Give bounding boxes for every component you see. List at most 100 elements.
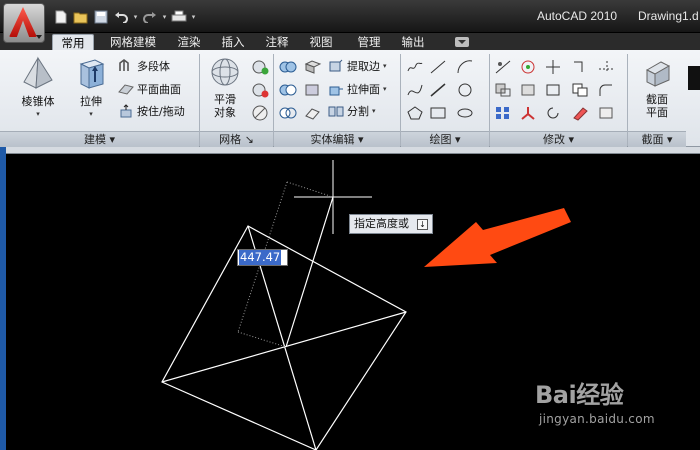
panel-title-modeling[interactable]: 建模 ▾ — [0, 131, 199, 147]
tab-insert[interactable]: 插入 — [215, 34, 251, 50]
application-menu-button[interactable] — [3, 3, 45, 43]
smooth-label-line2: 对象 — [214, 106, 236, 119]
undo-icon[interactable] — [112, 9, 130, 25]
copy-icon[interactable] — [570, 80, 590, 100]
eraser-icon[interactable] — [303, 103, 323, 123]
erase-icon[interactable] — [570, 103, 590, 123]
autocad-logo-icon — [9, 7, 37, 37]
open-icon[interactable] — [72, 9, 90, 25]
sphere-mesh-icon — [211, 58, 239, 86]
mesh-refine-icon[interactable] — [250, 103, 270, 123]
tab-view[interactable]: 视图 — [303, 34, 339, 50]
tab-render[interactable]: 渲染 — [171, 34, 207, 50]
polysolid-icon — [119, 59, 129, 71]
panel-title-section[interactable]: 截面 ▾ — [628, 131, 686, 147]
tab-output[interactable]: 输出 — [395, 34, 431, 50]
3d-rotate-icon[interactable] — [518, 57, 538, 77]
watermark: Bai经验 jingyan.baidu.com — [535, 375, 655, 426]
polysolid-button[interactable]: 多段体 — [118, 56, 170, 76]
intersect-icon[interactable] — [278, 103, 298, 123]
panel-title-solid-editing[interactable]: 实体编辑 ▾ — [274, 131, 400, 147]
annotation-arrow-icon — [424, 208, 571, 267]
3d-align-icon[interactable] — [518, 103, 538, 123]
circle-icon[interactable] — [455, 80, 475, 100]
down-arrow-key-icon[interactable]: ↓ — [417, 218, 428, 230]
extrude-button[interactable]: 拉伸 ▾ — [70, 56, 112, 121]
presspull-icon — [120, 104, 132, 118]
command-prompt-tooltip: 指定高度或 ↓ — [349, 214, 433, 234]
mesh-smooth-less-icon[interactable] — [250, 80, 270, 100]
planesurf-button[interactable]: 平面曲面 — [118, 79, 181, 99]
array-icon[interactable] — [493, 103, 513, 123]
print-icon[interactable] — [170, 9, 188, 25]
section-plane-button[interactable]: 截面 平面 — [637, 56, 677, 119]
redo-icon[interactable] — [141, 9, 159, 25]
viewport-preview — [688, 66, 700, 90]
new-icon[interactable] — [52, 9, 70, 25]
smooth-object-button[interactable]: 平滑 对象 — [205, 56, 245, 119]
rotate-icon[interactable] — [543, 103, 563, 123]
presspull-button[interactable]: 按住/拖动 — [118, 101, 185, 121]
undo-dropdown-icon[interactable]: ▾ — [132, 9, 139, 25]
polysolid-label: 多段体 — [137, 60, 170, 73]
base-diagonal — [161, 311, 407, 383]
ellipse-icon[interactable] — [455, 103, 475, 123]
planesurf-icon — [118, 84, 134, 95]
cone-button[interactable]: 棱锥体 ▾ — [12, 56, 64, 121]
app-title: AutoCAD 2010 — [537, 9, 618, 23]
trim-icon[interactable] — [596, 57, 616, 77]
subtract-icon[interactable] — [278, 80, 298, 100]
panel-title-mesh[interactable]: 网格 ↘ — [200, 131, 273, 147]
extrude-faces-label: 拉伸面 — [347, 83, 380, 96]
redo-dropdown-icon[interactable]: ▾ — [161, 9, 168, 25]
union-icon[interactable] — [278, 57, 298, 77]
dimension-line — [286, 181, 331, 197]
fillet-icon[interactable] — [596, 80, 616, 100]
3d-move-icon[interactable] — [543, 57, 563, 77]
panel-title-modify[interactable]: 修改 ▾ — [490, 131, 627, 147]
extrude-faces-button[interactable]: 拉伸面 ▾ — [328, 79, 387, 99]
extrude-icon — [79, 59, 105, 89]
line2-icon[interactable] — [428, 80, 448, 100]
mesh-smooth-more-icon[interactable] — [250, 57, 270, 77]
pyramid-icon — [23, 56, 53, 89]
dynamic-input-field[interactable]: 447.47 — [237, 249, 288, 266]
qat-customize-icon[interactable]: ▾ — [190, 9, 197, 25]
tab-annotate[interactable]: 注释 — [259, 34, 295, 50]
spline-icon[interactable] — [405, 80, 425, 100]
extrude-faces-icon — [329, 86, 343, 96]
section-plane-icon — [645, 61, 671, 87]
chevron-down-icon — [36, 35, 42, 39]
drawing-title: Drawing1.d — [638, 9, 699, 23]
save-icon[interactable] — [92, 9, 110, 25]
arc-icon[interactable] — [455, 57, 475, 77]
polyline-icon[interactable] — [405, 57, 425, 77]
tab-manage[interactable]: 管理 — [351, 34, 387, 50]
tab-home[interactable]: 常用 — [52, 34, 94, 50]
shell-icon[interactable] — [303, 80, 323, 100]
panel-title-draw[interactable]: 绘图 ▾ — [401, 131, 489, 147]
align-icon[interactable] — [543, 80, 563, 100]
extract-edges-button[interactable]: 提取边 ▾ — [328, 56, 387, 76]
line-icon[interactable] — [428, 57, 448, 77]
mirror-icon[interactable] — [493, 57, 513, 77]
cone-label: 棱锥体 — [21, 95, 55, 108]
minimize-ribbon-button[interactable] — [455, 37, 469, 47]
chevron-down-icon: ▾ — [89, 110, 93, 118]
imprint-icon[interactable] — [303, 57, 323, 77]
separate-button[interactable]: 分割 ▾ — [328, 101, 376, 121]
3d-mirror-icon[interactable] — [518, 80, 538, 100]
presspull-label: 按住/拖动 — [137, 105, 185, 118]
tab-mesh-modeling[interactable]: 网格建模 — [103, 34, 163, 50]
extend-icon[interactable] — [570, 57, 590, 77]
dynamic-input-value: 447.47 — [239, 250, 282, 265]
extract-edges-icon — [329, 59, 343, 72]
chevron-down-icon: ▾ — [36, 110, 40, 118]
height-rubber-band — [285, 196, 334, 348]
scale-icon[interactable] — [493, 80, 513, 100]
rectangle-icon[interactable] — [428, 103, 448, 123]
extract-edges-label: 提取边 — [347, 60, 380, 73]
dimension-line — [237, 331, 287, 348]
stretch-icon[interactable] — [596, 103, 616, 123]
polygon-icon[interactable] — [405, 103, 425, 123]
